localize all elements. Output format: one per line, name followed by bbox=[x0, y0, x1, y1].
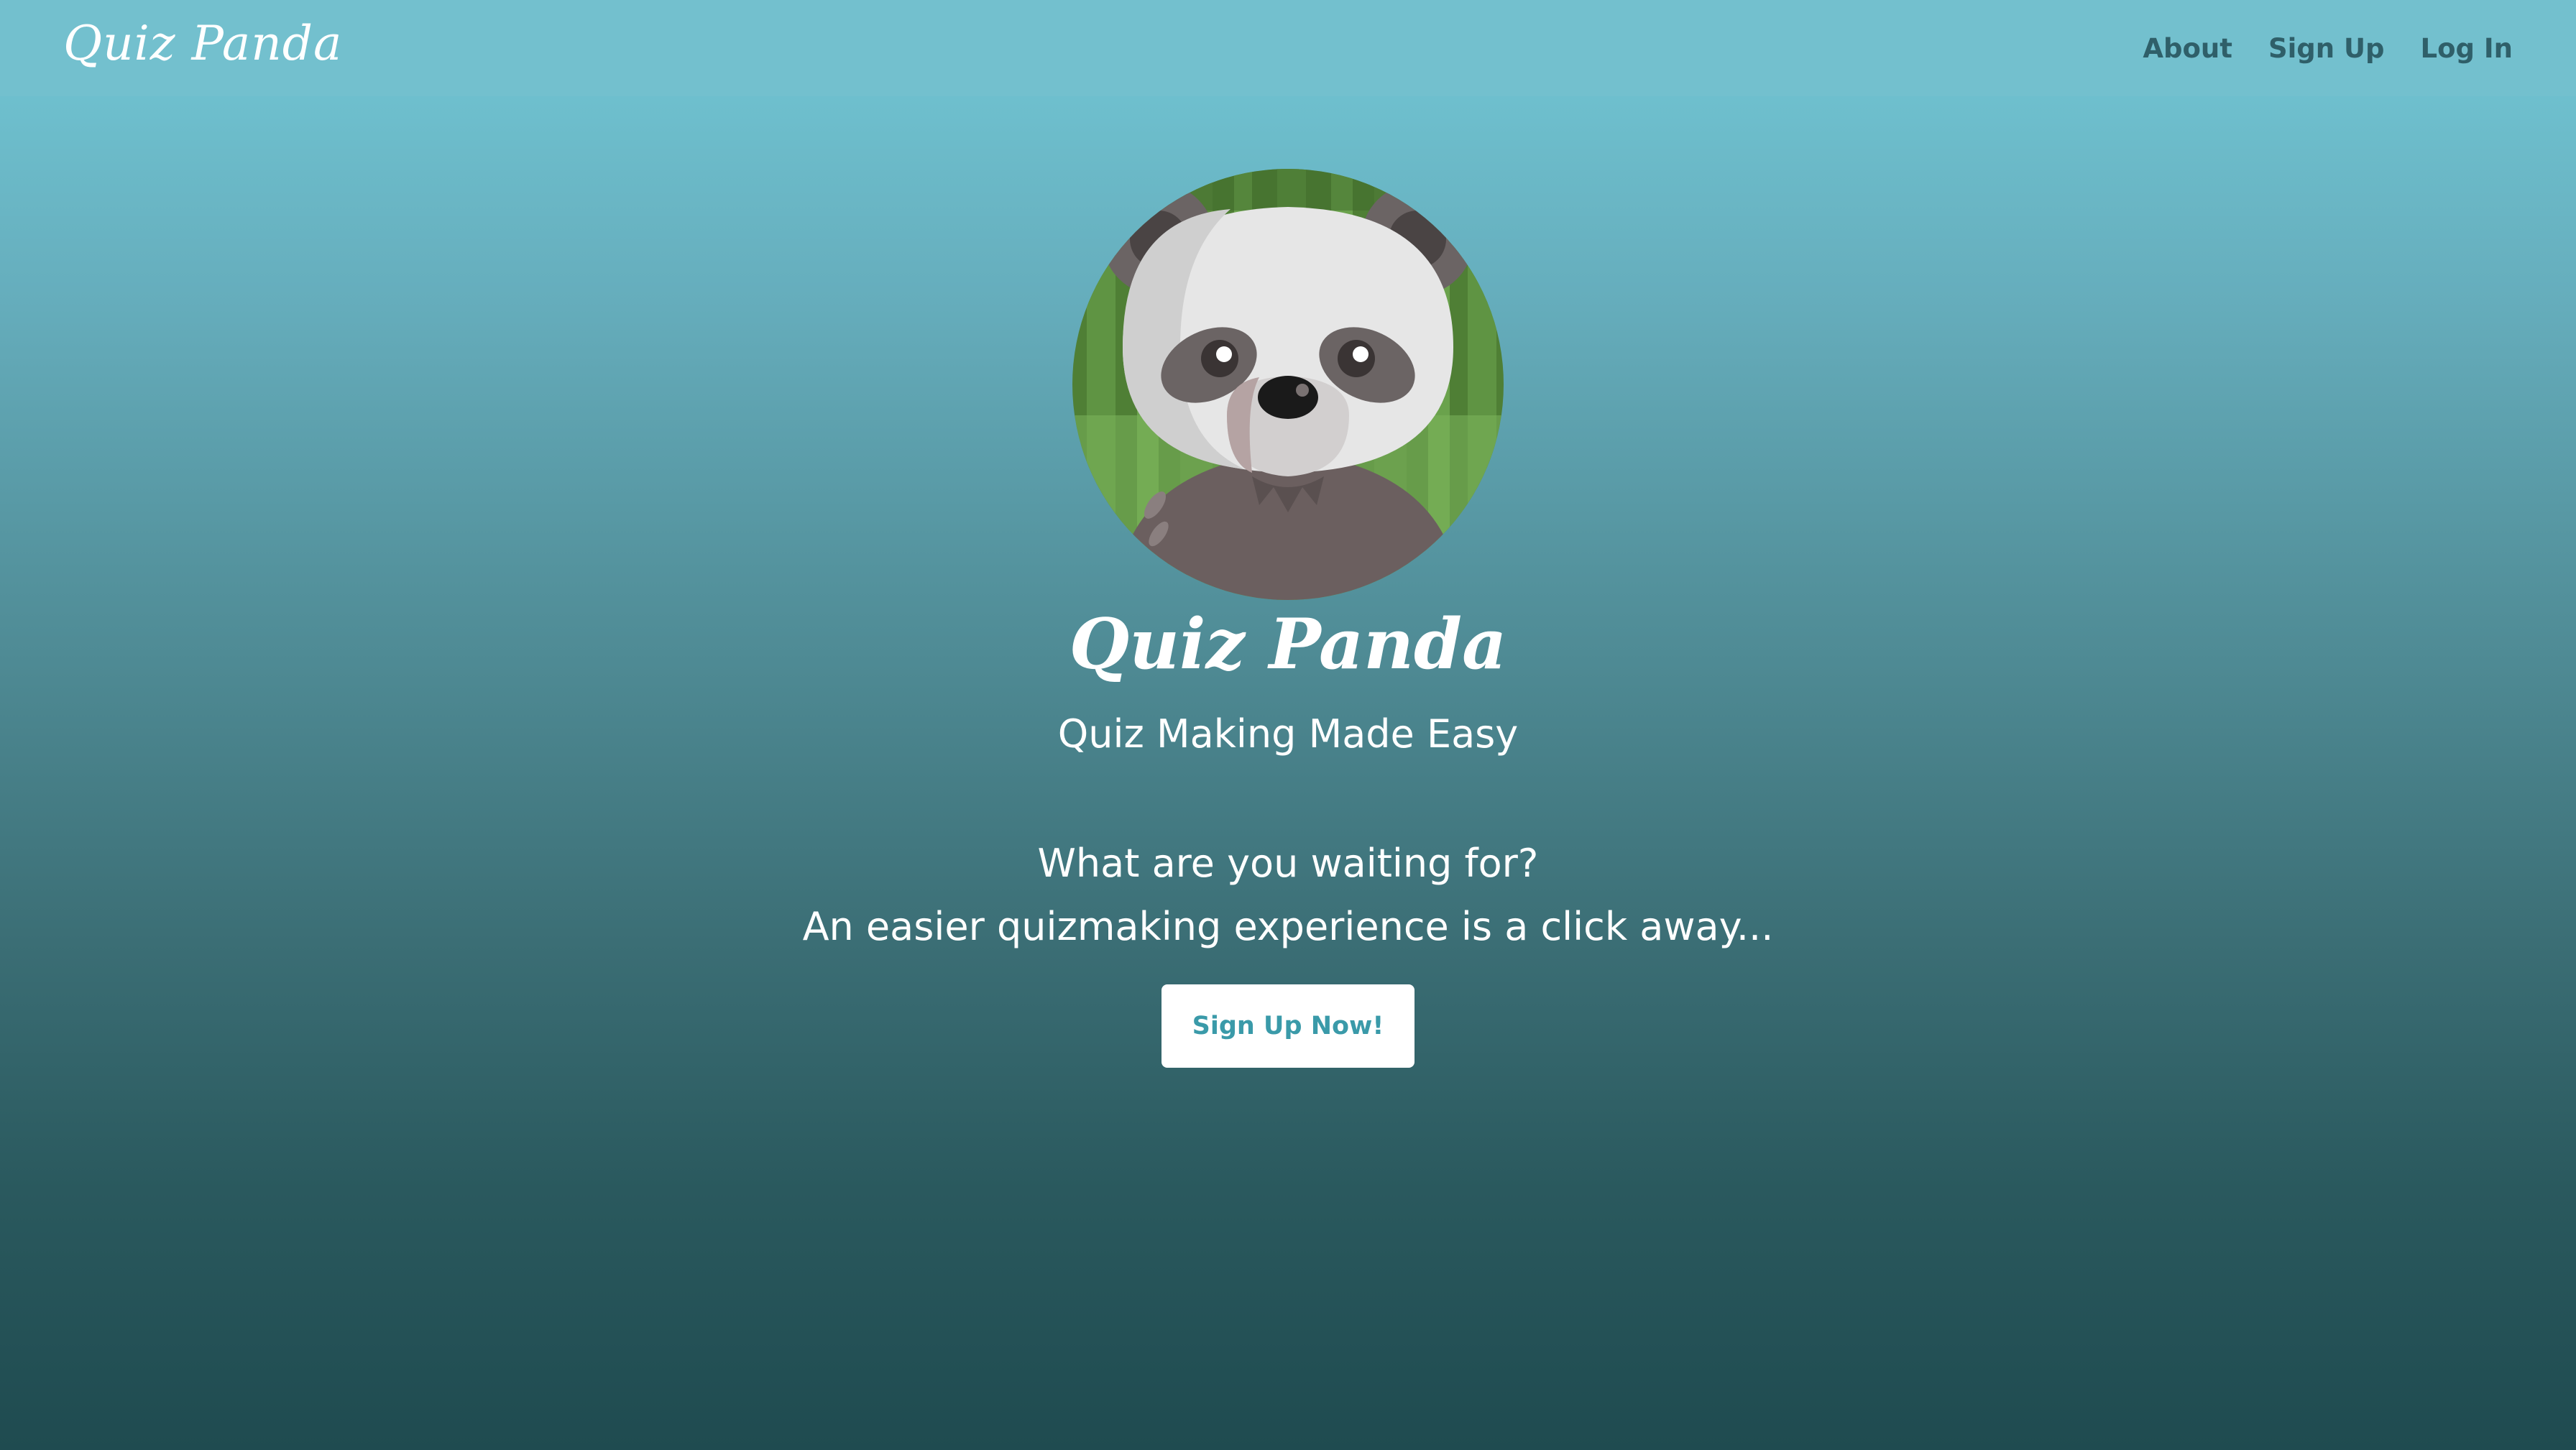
hero-tagline-statement: An easier quizmaking experience is a cli… bbox=[802, 904, 1774, 949]
hero-tagline-question: What are you waiting for? bbox=[1037, 841, 1539, 886]
navbar: Quiz Panda About Sign Up Log In bbox=[0, 0, 2576, 96]
hero-subtitle: Quiz Making Made Easy bbox=[1057, 711, 1519, 757]
nav-links: About Sign Up Log In bbox=[2143, 33, 2513, 64]
panda-icon bbox=[1072, 169, 1504, 600]
nav-login-link[interactable]: Log In bbox=[2421, 33, 2513, 64]
sign-up-now-button[interactable]: Sign Up Now! bbox=[1162, 984, 1414, 1068]
brand-logo[interactable]: Quiz Panda bbox=[63, 16, 342, 71]
nav-about-link[interactable]: About bbox=[2143, 33, 2232, 64]
hero-title: Quiz Panda bbox=[1069, 604, 1507, 685]
nav-signup-link[interactable]: Sign Up bbox=[2268, 33, 2385, 64]
